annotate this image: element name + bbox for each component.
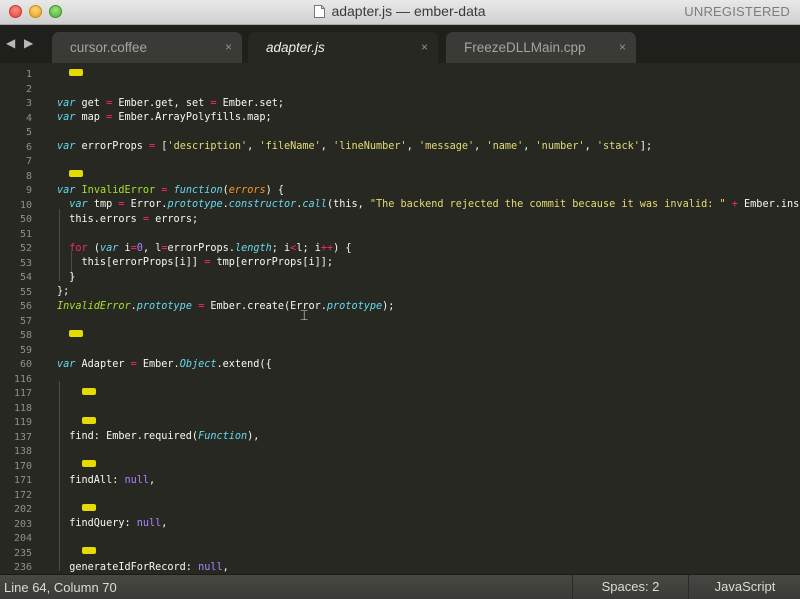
tab-cursor-coffee[interactable]: cursor.coffee × xyxy=(52,32,242,63)
code-line: var get = Ember.get, set = Ember.set; xyxy=(57,97,284,109)
code-line: var map = Ember.ArrayPolyfills.map; xyxy=(57,112,272,123)
code-line: InvalidError.prototype = Ember.create(Er… xyxy=(57,300,395,312)
code-line xyxy=(57,542,97,558)
code-line: }; xyxy=(57,286,70,297)
line-number: 3 xyxy=(25,98,32,109)
line-number: 235 xyxy=(13,547,32,559)
code-line: find: Ember.required(Function), xyxy=(57,431,260,442)
line-number: 59 xyxy=(19,344,32,356)
fold-marker-icon[interactable] xyxy=(69,64,85,76)
code-line: var tmp = Error.prototype.constructor.ca… xyxy=(69,199,800,210)
code-line xyxy=(57,412,97,428)
line-number: 1 xyxy=(25,69,32,80)
line-number: 119 xyxy=(13,417,32,428)
line-number: 10 xyxy=(19,199,32,211)
code-editor[interactable]: 1 2 3 var get = Ember.get, set = Ember.se… xyxy=(0,63,800,574)
line-number: 170 xyxy=(13,460,32,472)
line-number: 51 xyxy=(19,228,32,240)
code-line: var InvalidError = function(errors) { xyxy=(57,184,285,196)
line-number: 57 xyxy=(19,315,32,327)
title-bar: adapter.js — ember-data UNREGISTERED xyxy=(0,0,800,25)
line-number: 2 xyxy=(25,83,32,95)
close-icon[interactable]: × xyxy=(421,40,428,54)
syntax-selector[interactable]: JavaScript xyxy=(688,575,800,599)
code-line xyxy=(57,325,85,341)
text-cursor-icon: ⌶ xyxy=(300,308,309,324)
code-line: var Adapter = Ember.Object.extend({ xyxy=(57,358,272,370)
code-line: this[errorProps[i]] = tmp[errorProps[i]]… xyxy=(57,257,334,268)
line-number: 137 xyxy=(13,431,32,443)
window-title: adapter.js — ember-data xyxy=(331,3,486,19)
tab-bar: ◀ ▶ cursor.coffee × adapter.js × FreezeD… xyxy=(0,25,800,63)
code-line xyxy=(57,383,97,399)
line-number: 58 xyxy=(19,330,32,341)
fold-marker-icon[interactable] xyxy=(81,542,97,554)
code-line: var errorProps = ['description', 'fileNa… xyxy=(57,141,653,152)
line-number: 56 xyxy=(19,301,32,312)
tab-back-arrow-icon[interactable]: ◀ xyxy=(6,36,15,50)
code-line: findAll: null, xyxy=(57,474,156,486)
line-number: 202 xyxy=(13,504,32,515)
line-number: 6 xyxy=(25,141,32,153)
line-number: 60 xyxy=(19,359,32,370)
code-line: generateIdForRecord: null, xyxy=(57,561,229,573)
code-line xyxy=(57,64,85,80)
code-line: findQuery: null, xyxy=(57,518,168,529)
fold-marker-icon[interactable] xyxy=(69,325,85,337)
line-number: 204 xyxy=(13,533,32,544)
code-line xyxy=(57,499,97,515)
close-icon[interactable]: × xyxy=(619,40,626,54)
tab-adapter-js[interactable]: adapter.js × xyxy=(248,32,438,63)
line-number: 116 xyxy=(13,373,32,385)
tab-label: cursor.coffee xyxy=(70,40,148,55)
line-number: 117 xyxy=(13,388,32,399)
code-line: } xyxy=(57,271,76,283)
line-number: 171 xyxy=(13,475,32,486)
code-line xyxy=(57,165,85,181)
fold-marker-icon[interactable] xyxy=(81,499,97,511)
line-number: 9 xyxy=(25,185,32,196)
code-line: this.errors = errors; xyxy=(57,213,199,225)
line-number: 203 xyxy=(13,518,32,530)
fold-marker-icon[interactable] xyxy=(81,383,97,395)
line-number: 172 xyxy=(13,489,32,501)
line-number: 7 xyxy=(25,156,32,167)
close-icon[interactable]: × xyxy=(225,40,232,54)
tab-freezedllmain-cpp[interactable]: FreezeDLLMain.cpp × xyxy=(446,32,636,63)
unregistered-label: UNREGISTERED xyxy=(684,4,790,19)
line-number: 8 xyxy=(25,170,32,182)
fold-marker-icon[interactable] xyxy=(81,412,97,424)
tab-label: adapter.js xyxy=(266,40,325,55)
line-number: 50 xyxy=(19,214,32,225)
code-line: for (var i=0, l=errorProps.length; i<l; … xyxy=(69,242,352,254)
line-number: 4 xyxy=(25,112,32,124)
status-bar: Line 64, Column 70 Spaces: 2 JavaScript xyxy=(0,574,800,599)
window-title-wrap: adapter.js — ember-data xyxy=(0,3,800,19)
line-number: 236 xyxy=(13,562,32,573)
line-number: 53 xyxy=(19,257,32,269)
fold-marker-icon[interactable] xyxy=(81,455,97,467)
line-number: 55 xyxy=(19,286,32,298)
fold-marker-icon[interactable] xyxy=(69,165,85,177)
line-number: 5 xyxy=(25,127,32,138)
editor-window: adapter.js — ember-data UNREGISTERED ◀ ▶… xyxy=(0,0,800,599)
line-number: 138 xyxy=(13,446,32,457)
line-number: 118 xyxy=(13,402,32,414)
line-number: 52 xyxy=(19,243,32,254)
code-line xyxy=(57,455,97,471)
indentation-selector[interactable]: Spaces: 2 xyxy=(572,575,688,599)
cursor-position: Line 64, Column 70 xyxy=(4,580,117,595)
tab-label: FreezeDLLMain.cpp xyxy=(464,40,586,55)
tab-forward-arrow-icon[interactable]: ▶ xyxy=(24,36,33,50)
document-icon xyxy=(314,5,326,18)
line-number: 54 xyxy=(19,272,32,283)
